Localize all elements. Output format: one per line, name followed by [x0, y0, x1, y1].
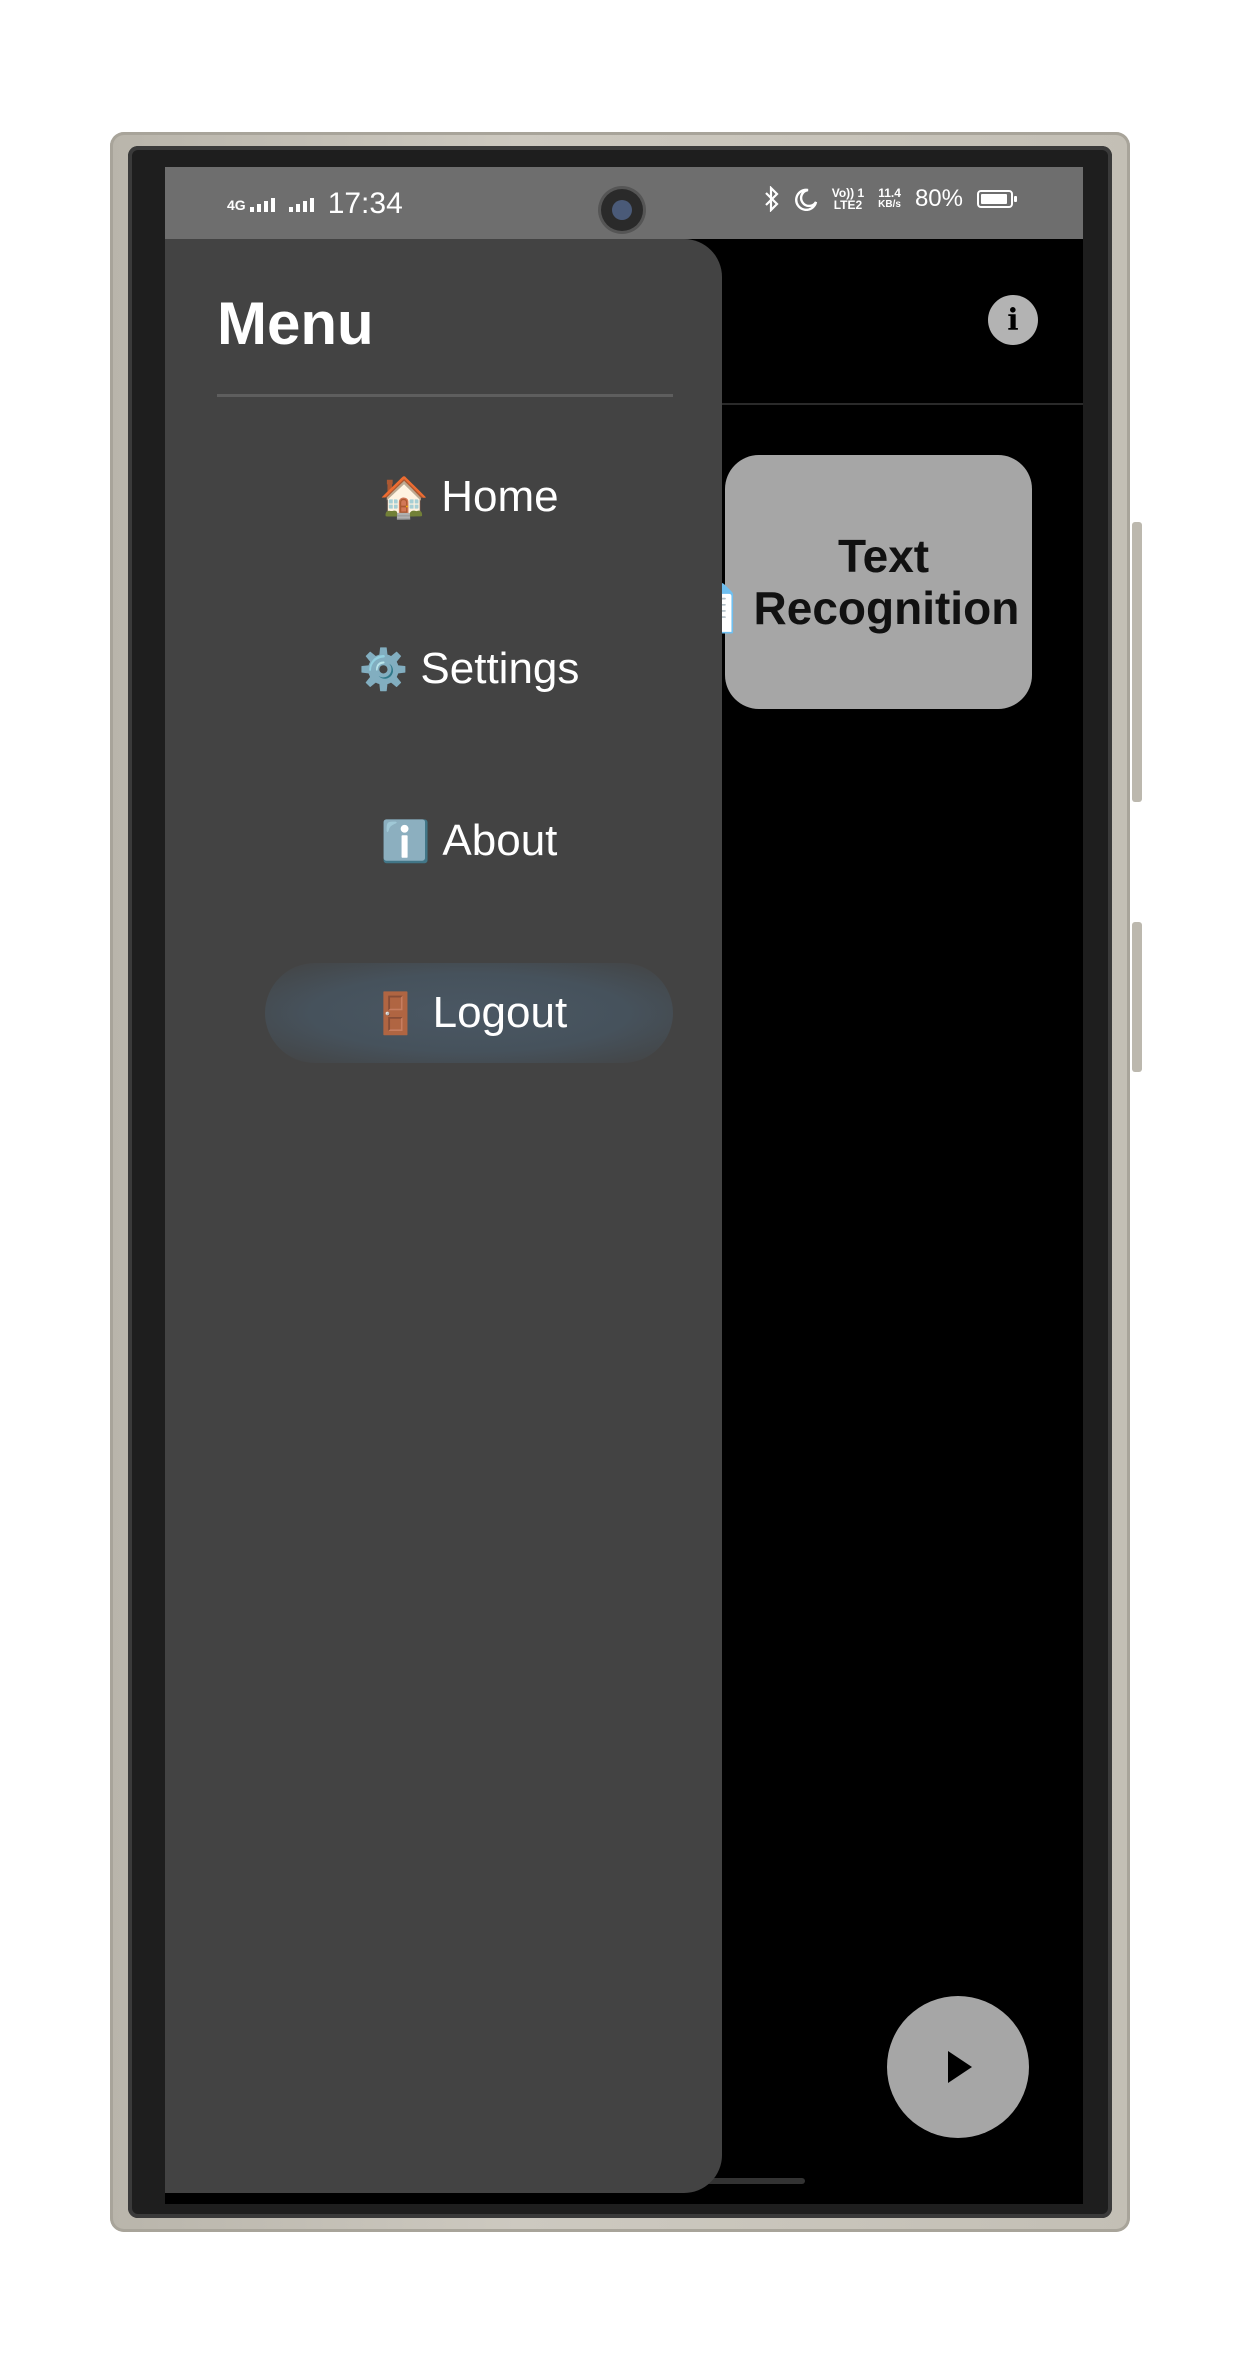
signal-icon-2	[288, 196, 314, 212]
front-camera	[601, 189, 643, 231]
power-button	[1132, 922, 1142, 1072]
speed-unit: KB/s	[878, 199, 901, 210]
navigation-drawer: Menu 🏠 Home ⚙️ Settings ℹ️ About 🚪 Logou…	[165, 239, 722, 2193]
status-bar: 4G 17:34 Vo)) 1 LTE2 11.4 KB/s 80%	[165, 167, 1083, 239]
screen: 4G 17:34 Vo)) 1 LTE2 11.4 KB/s 80% i Tex…	[165, 167, 1083, 2204]
feature-card-title: Text Recognition	[753, 530, 1020, 634]
volume-button	[1132, 522, 1142, 802]
status-left: 4G 17:34	[227, 187, 403, 221]
bluetooth-icon	[764, 186, 779, 212]
info-icon: i	[1007, 302, 1019, 338]
menu-item-logout[interactable]: 🚪 Logout	[265, 963, 673, 1063]
play-icon	[948, 2051, 972, 2083]
text-recognition-card[interactable]: 📄 Text Recognition	[683, 455, 1032, 709]
network-speed: 11.4 KB/s	[878, 187, 901, 211]
network-indicator: 4G	[227, 196, 275, 212]
menu-item-home[interactable]: 🏠 Home	[265, 447, 673, 547]
battery-icon	[977, 190, 1017, 208]
volte-bottom-label: LTE2	[833, 198, 863, 212]
info-button[interactable]: i	[988, 295, 1038, 345]
door-icon: 🚪	[370, 990, 421, 1037]
moon-icon	[794, 188, 817, 211]
speed-value: 11.4	[878, 186, 901, 200]
drawer-divider	[217, 394, 673, 397]
play-button[interactable]	[887, 1996, 1029, 2138]
home-icon: 🏠	[379, 474, 430, 521]
gear-icon: ⚙️	[358, 646, 409, 693]
menu-item-label: Logout	[432, 988, 568, 1037]
feature-card-label: 📄 Text Recognition	[683, 530, 1020, 634]
status-right: Vo)) 1 LTE2 11.4 KB/s 80%	[764, 185, 1017, 213]
menu-item-about[interactable]: ℹ️ About	[265, 791, 673, 891]
info-icon: ℹ️	[380, 818, 431, 865]
volte-indicator: Vo)) 1 LTE2	[832, 187, 864, 211]
signal-icon	[249, 196, 275, 212]
menu-item-label: About	[442, 816, 558, 865]
battery-percent: 80%	[914, 185, 963, 212]
menu-item-label: Home	[441, 472, 559, 521]
menu-item-label: Settings	[420, 644, 580, 693]
menu-item-settings[interactable]: ⚙️ Settings	[265, 619, 673, 719]
clock: 17:34	[327, 187, 403, 220]
network-type: 4G	[227, 197, 246, 213]
drawer-title: Menu	[217, 290, 374, 357]
